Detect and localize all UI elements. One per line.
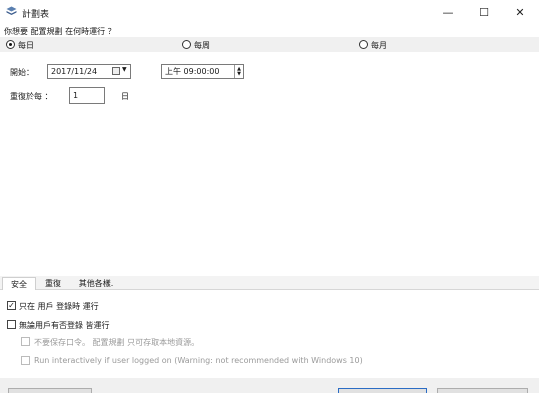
repeat-interval-input[interactable]: 1 (69, 87, 105, 104)
do-not-store-password-checkbox[interactable] (21, 337, 30, 346)
cancel-button[interactable] (437, 388, 528, 393)
start-time-value: 上午 09:00:00 (165, 67, 220, 76)
calendar-icon[interactable] (112, 67, 120, 75)
spin-down-icon[interactable]: ▼ (237, 71, 241, 77)
schedule-prompt: 你想要 配置規劃 在何時運行 ？ (4, 27, 116, 36)
frequency-bar (0, 37, 539, 52)
tab-security[interactable]: 安全 (2, 277, 36, 290)
maximize-button[interactable]: ☐ (468, 0, 500, 24)
radio-weekly-label[interactable]: 每周 (194, 40, 210, 51)
run-only-logged-on-checkbox[interactable]: ✓ (7, 301, 16, 310)
radio-daily[interactable] (6, 40, 15, 49)
time-spinner[interactable]: ▲ ▼ (234, 65, 243, 78)
start-date-value: 2017/11/24 (51, 67, 98, 76)
advanced-button[interactable] (8, 388, 92, 393)
repeat-label: 重復於每 ： (10, 92, 53, 101)
radio-monthly[interactable] (359, 40, 368, 49)
radio-monthly-label[interactable]: 每月 (371, 40, 387, 51)
close-button[interactable]: ✕ (504, 0, 536, 24)
run-only-logged-on-label[interactable]: 只在 用戶 登錄時 運行 (19, 301, 99, 312)
app-icon (6, 6, 17, 15)
chevron-down-icon[interactable]: ▼ (122, 66, 127, 73)
start-time-field[interactable]: 上午 09:00:00 (161, 64, 244, 79)
ok-button[interactable] (338, 388, 427, 393)
run-whether-logged-on-label[interactable]: 無論用戶有否登錄 皆運行 (19, 320, 110, 331)
tab-misc[interactable]: 其他各樣. (70, 277, 122, 290)
repeat-interval-value: 1 (73, 91, 79, 100)
run-whether-logged-on-checkbox[interactable] (7, 320, 16, 329)
do-not-store-password-label[interactable]: 不要保存口令。 配置規劃 只可存取本地資源。 (34, 337, 199, 348)
run-interactively-checkbox[interactable] (21, 356, 30, 365)
minimize-button[interactable]: — (432, 0, 464, 24)
run-interactively-label[interactable]: Run interactively if user logged on (War… (34, 356, 363, 365)
window-title: 計劃表 (22, 10, 50, 20)
start-label: 開始： (10, 68, 34, 77)
radio-weekly[interactable] (182, 40, 191, 49)
repeat-unit-label: 日 (121, 92, 129, 101)
radio-daily-label[interactable]: 每日 (18, 40, 34, 51)
tab-repeat[interactable]: 重復 (40, 277, 66, 290)
check-icon: ✓ (8, 300, 15, 310)
